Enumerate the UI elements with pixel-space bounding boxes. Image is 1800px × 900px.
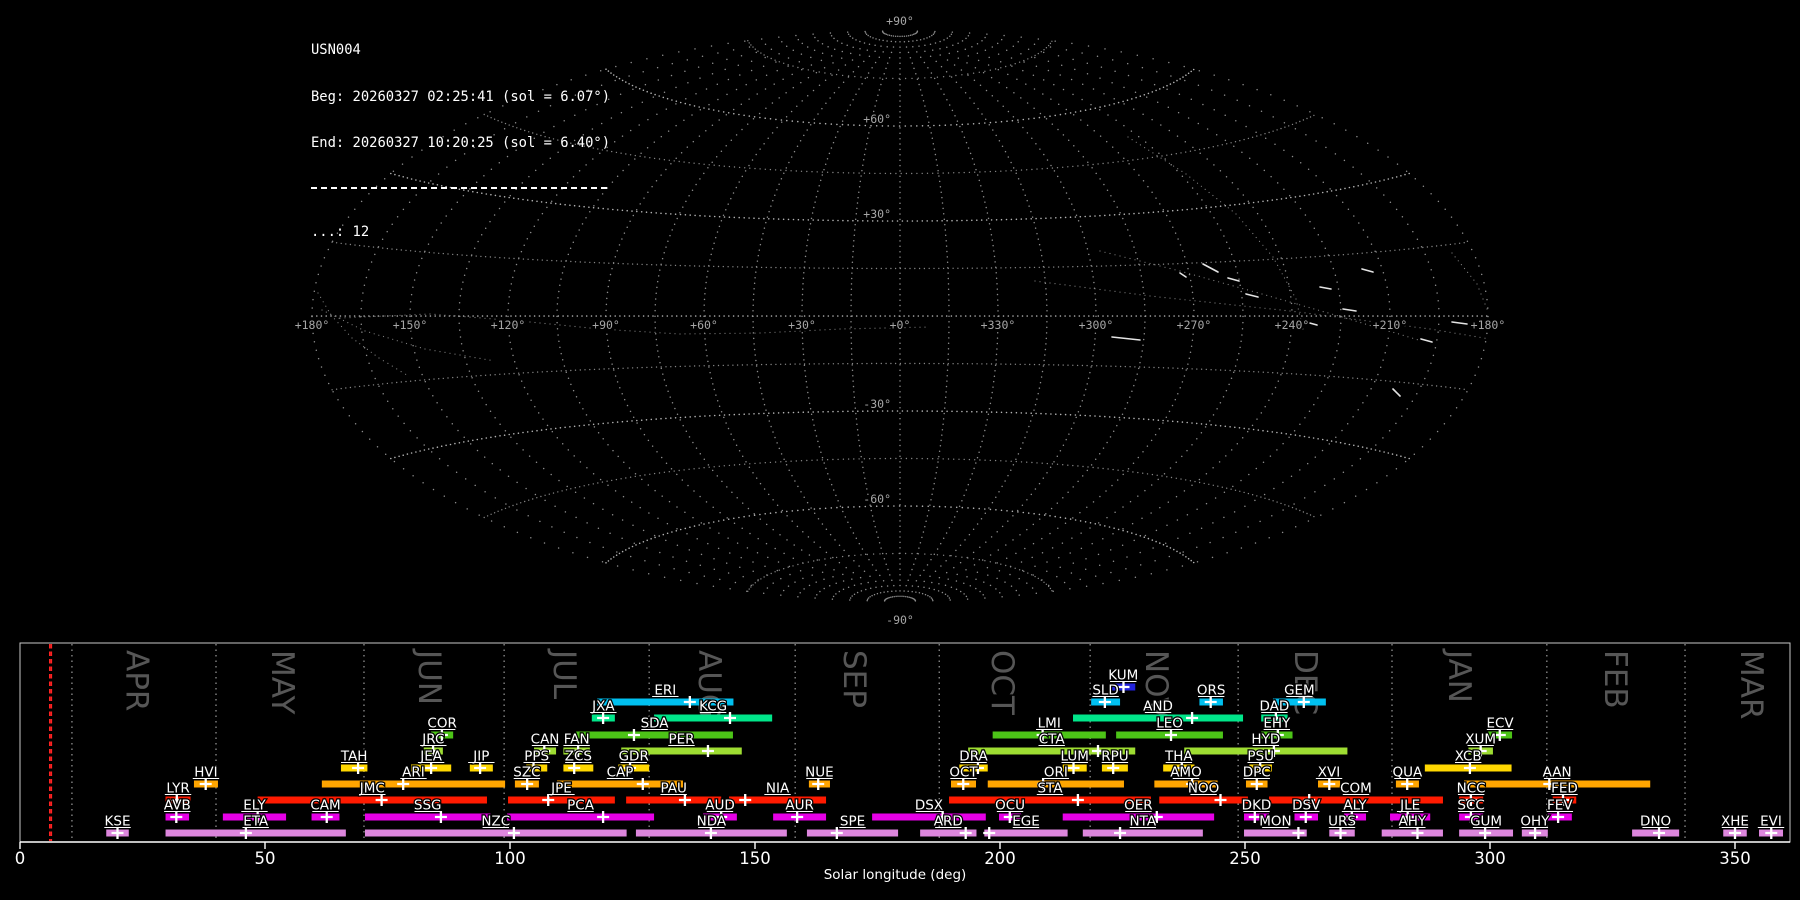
shower-bar-ETA [166,830,346,837]
grid-meridian-150 [915,33,1390,600]
shower-peak-MON [1292,827,1304,839]
shower-bar-STA [949,797,1151,804]
lon-label-+240°: +240° [1275,318,1310,332]
shower-bar-DSX [872,814,986,821]
shower-bar-JPE [508,797,615,804]
shower-peak-NIA [739,794,751,806]
month-label-JUL: JUL [546,648,582,700]
meteor-activity-screen: +180° +150° +120° +90° +60° +30° +0° +330° +300°… [0,0,1800,900]
dashed-separator [311,187,607,189]
shower-peak-SDA [628,729,640,741]
lon-label-+180°: +180° [295,318,330,332]
lat-label--90°: -90° [886,613,914,627]
lat-label--30°: -30° [863,397,891,411]
meteor-trail-7 [1452,322,1467,324]
observation-header: USN004 Beg: 20260327 02:25:41 (sol = 6.0… [311,12,610,271]
solar-longitude-timeline: APRMAYJUNJULAUGSEPOCTNOVDECJANFEBMARKUME… [15,643,1790,883]
reference-curve-5 [1128,137,1303,329]
x-tick-label-150: 150 [739,849,771,868]
grid-meridian-60 [908,36,1096,597]
reference-curve-4 [1100,251,1417,340]
month-label-JUN: JUN [411,648,447,705]
grid-parallel--60 [606,506,1194,563]
meteor-trail-4 [1112,337,1140,340]
month-label-MAY: MAY [264,650,300,715]
lon-label-+210°: +210° [1373,318,1408,332]
meteor-trail-2 [1343,309,1356,311]
x-tick-label-100: 100 [494,849,526,868]
lon-label-+150°: +150° [393,318,428,332]
shower-bar-NOO [1159,797,1248,804]
month-label-JAN: JAN [1441,648,1477,703]
lon-label-+270°: +270° [1177,318,1212,332]
lat-label--60°: -60° [863,492,891,506]
x-tick-label-300: 300 [1474,849,1506,868]
lat-label-+90°: +90° [886,14,914,28]
meteor-trail-1 [1228,278,1239,281]
month-label-OCT: OCT [984,650,1020,716]
lon-label-+120°: +120° [491,318,526,332]
x-tick-label-200: 200 [984,849,1016,868]
shower-peak-PER [702,745,714,757]
lon-label-+0°: +0° [890,318,911,332]
shower-bar-SPE [807,830,898,837]
grid-parallel--45 [484,459,1314,518]
shower-bar-JMC [258,797,487,804]
month-label-APR: APR [119,650,155,711]
station-id: USN004 [311,43,610,59]
grid-parallel--15 [332,364,1464,390]
shower-peak-AND [1186,712,1198,724]
meteor-trail-11 [1421,339,1432,342]
grid-meridian-45 [906,36,1047,597]
end-time-line: End: 20260327 10:20:25 (sol = 6.40°) [311,136,610,152]
shower-bar-PCA [507,814,654,821]
shower-peak-CAP [637,778,649,790]
shower-peak-PCA [597,811,609,823]
meteor-trail-8 [1246,294,1258,297]
shower-peak-EGE [983,827,995,839]
shower-bar-NTA [1083,830,1203,837]
shower-bar-SSG [365,814,490,821]
meteor-trail-9 [1320,287,1331,289]
lon-label-+180°: +180° [1471,318,1506,332]
reference-curve-6 [1452,253,1487,309]
meteor-trail-6 [1180,273,1186,277]
x-axis-title: Solar longitude (deg) [824,867,967,883]
x-tick-label-50: 50 [255,849,276,868]
meteor-count-line: ...: 12 [311,225,610,241]
plot-canvas: +180° +150° +120° +90° +60° +30° +0° +330° +300°… [0,0,1800,900]
month-label-MAR: MAR [1733,650,1769,720]
month-label-SEP: SEP [836,650,872,708]
lon-label-+30°: +30° [788,318,816,332]
meteor-trail-10 [1362,269,1373,272]
reference-curve-1 [318,293,406,374]
lat-label-+60°: +60° [863,112,891,126]
shower-bar-ARI [322,781,505,788]
shower-bar-KCG [654,715,772,722]
shower-peak-NTA [1114,827,1126,839]
x-tick-label-250: 250 [1229,849,1261,868]
meteor-trail-5 [1393,389,1400,396]
reference-curve-0 [340,314,925,334]
grid-meridian-135 [914,33,1341,599]
lon-label-+330°: +330° [981,318,1016,332]
shower-labels: KUMERISLDORSGEMJXAKCGANDDADCORSDALMILEOE… [104,668,1784,830]
x-tick-label-0: 0 [15,849,26,868]
shower-bar-SDA [576,732,733,739]
shower-peak-STA [1072,794,1084,806]
shower-bar-NZC [365,830,627,837]
lon-label-+90°: +90° [592,318,620,332]
x-tick-label-350: 350 [1719,849,1751,868]
begin-time-line: Beg: 20260327 02:25:41 (sol = 6.07°) [311,90,610,106]
lat-label-+30°: +30° [863,207,891,221]
month-label-FEB: FEB [1597,650,1633,709]
lon-label-+300°: +300° [1079,318,1114,332]
shower-bar-EGE [984,830,1067,837]
meteor-trail-0 [1203,264,1218,272]
lon-label-+60°: +60° [690,318,718,332]
